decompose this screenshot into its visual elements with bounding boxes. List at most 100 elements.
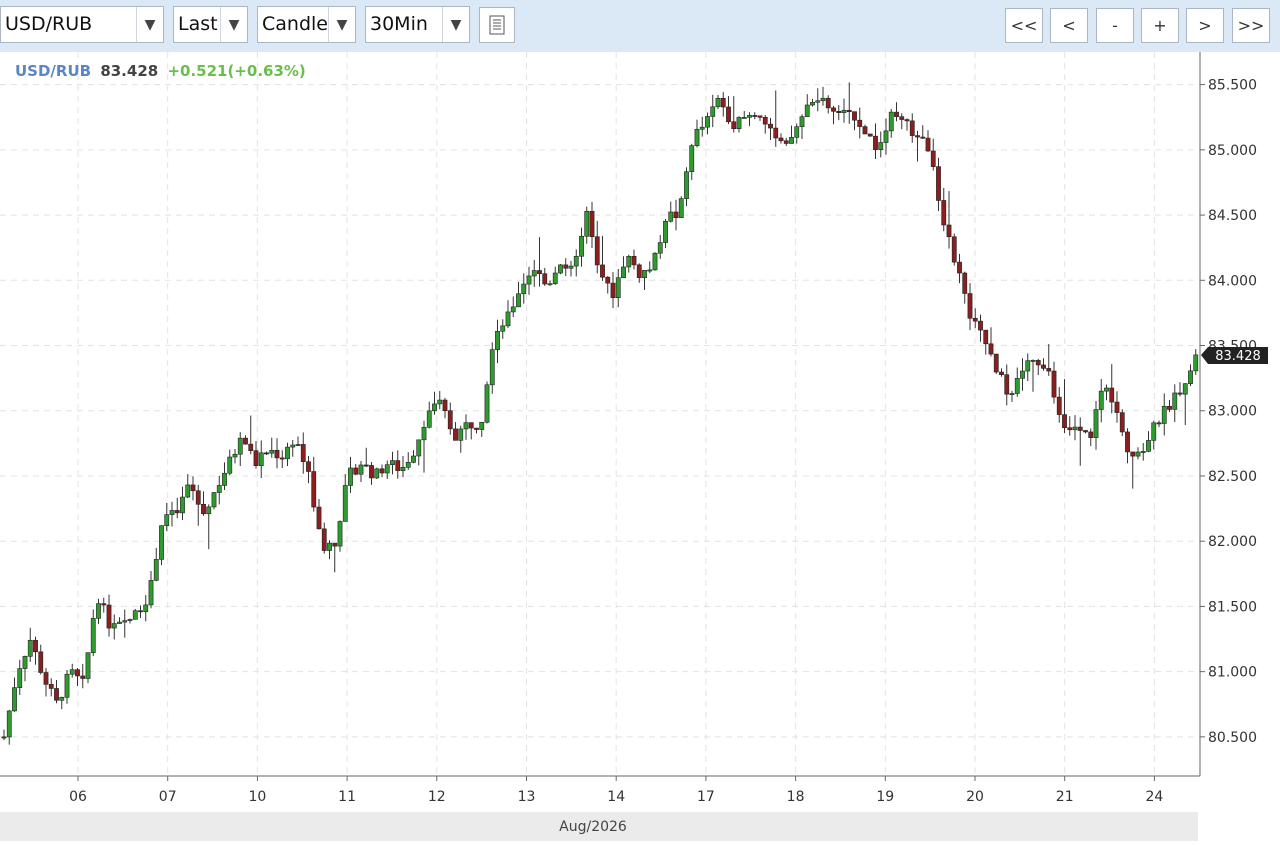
candle: [180, 486, 185, 520]
candle: [773, 90, 779, 147]
candle-body-down: [993, 353, 999, 373]
candle-body-down: [899, 116, 905, 120]
candle-body-down: [1156, 422, 1162, 425]
candle: [516, 281, 521, 308]
candle-body-up: [516, 293, 521, 308]
interval-dropdown[interactable]: 30Min ▼: [365, 6, 470, 43]
candle-body-up: [1146, 440, 1151, 452]
chart-area[interactable]: 85.500 85.000 84.500 84.000 83.500 83.000 82.5…: [0, 52, 1280, 841]
candle: [873, 123, 878, 160]
candle: [526, 266, 532, 295]
candle: [762, 115, 768, 134]
x-tick-label: 10: [248, 789, 266, 805]
candle-body-down: [468, 422, 474, 429]
candle: [510, 296, 516, 317]
x-axis-title: Aug/2026: [559, 819, 627, 835]
candle-body-up: [458, 428, 464, 441]
candle-body-down: [857, 119, 863, 127]
candle-body-up: [1025, 360, 1031, 372]
chart-settings-button[interactable]: [479, 7, 515, 43]
candle-body-up: [500, 325, 506, 332]
candle-body-down: [447, 410, 453, 430]
candle: [909, 113, 915, 143]
candle: [59, 696, 65, 710]
candle: [972, 308, 978, 329]
candle-body-down: [138, 610, 143, 613]
candle: [962, 271, 968, 304]
candle: [647, 261, 653, 274]
candle-body-up: [327, 542, 332, 551]
candle-body-up: [1020, 370, 1025, 379]
candle: [663, 218, 668, 248]
symbol-dropdown[interactable]: USD/RUB ▼: [0, 6, 164, 43]
candle-body-down: [594, 236, 600, 266]
candle: [715, 94, 721, 110]
candlestick-chart[interactable]: 85.50085.00084.50084.00083.50083.00082.5…: [0, 52, 1280, 841]
candle: [106, 594, 112, 637]
candle-body-down: [1046, 368, 1052, 372]
candle-body-down: [783, 140, 789, 144]
candle: [395, 450, 401, 479]
candle: [741, 110, 747, 119]
scroll-last-button[interactable]: >>: [1232, 8, 1270, 43]
candle-body-up: [59, 696, 65, 701]
candle-body-up: [668, 211, 674, 222]
candle-body-up: [426, 410, 432, 428]
chevron-down-icon[interactable]: ▼: [442, 7, 469, 42]
candle: [321, 522, 327, 554]
candle: [626, 254, 632, 273]
candle: [358, 461, 364, 483]
candle-body-up: [568, 265, 574, 269]
chart-style-dropdown[interactable]: Candle ▼: [257, 6, 356, 43]
candle: [69, 663, 75, 678]
scroll-forward-button[interactable]: >: [1186, 8, 1224, 43]
candle: [967, 283, 973, 331]
candle: [678, 196, 684, 219]
candle-body-up: [736, 117, 742, 130]
zoom-out-button[interactable]: -: [1096, 8, 1134, 43]
candle-body-down: [174, 510, 180, 514]
candle-body-up: [437, 399, 443, 405]
candle: [1051, 361, 1057, 404]
candle-body-up: [232, 453, 238, 458]
candle: [1193, 349, 1199, 375]
zoom-in-button[interactable]: +: [1141, 8, 1179, 43]
candle-body-up: [1193, 354, 1199, 372]
candle-body-up: [111, 623, 117, 629]
chevron-down-icon[interactable]: ▼: [136, 7, 163, 42]
candle-body-up: [521, 283, 527, 295]
chevron-down-icon[interactable]: ▼: [220, 7, 247, 42]
x-axis: 06 07 10 11 12 13 14 17 18 19 20 21 24: [69, 776, 1163, 805]
candle: [867, 133, 873, 137]
candle-body-down: [190, 484, 196, 492]
candle: [537, 237, 542, 287]
scroll-back-button[interactable]: <: [1050, 8, 1088, 43]
candle-body-up: [552, 272, 558, 284]
candle: [479, 421, 485, 437]
candle: [731, 96, 737, 133]
y-tick-label: 85.500: [1208, 78, 1257, 94]
chart-toolbar: USD/RUB ▼ Last ▼ Candle ▼ 30Min ▼ << < -…: [0, 0, 1280, 52]
candle-body-up: [1098, 390, 1104, 410]
x-tick-label: 14: [607, 789, 625, 805]
candle-body-down: [1077, 426, 1083, 431]
candle: [453, 422, 458, 441]
candle-body-down: [243, 437, 248, 445]
scroll-first-button[interactable]: <<: [1005, 8, 1043, 43]
price-type-dropdown[interactable]: Last ▼: [173, 6, 248, 43]
candle-body-up: [206, 506, 212, 515]
candle: [615, 268, 621, 308]
candle: [799, 114, 805, 139]
chevron-down-icon[interactable]: ▼: [328, 7, 355, 42]
x-tick-label: 17: [697, 789, 715, 805]
candle: [64, 669, 70, 704]
legend-symbol: USD/RUB: [15, 62, 92, 80]
candle: [405, 452, 411, 470]
candle-body-up: [122, 620, 128, 623]
candle: [206, 504, 212, 550]
candle: [668, 201, 674, 223]
candle-body-down: [195, 490, 201, 505]
candle: [117, 617, 122, 624]
candle-body-down: [101, 603, 107, 606]
candle-body-down: [80, 675, 86, 679]
